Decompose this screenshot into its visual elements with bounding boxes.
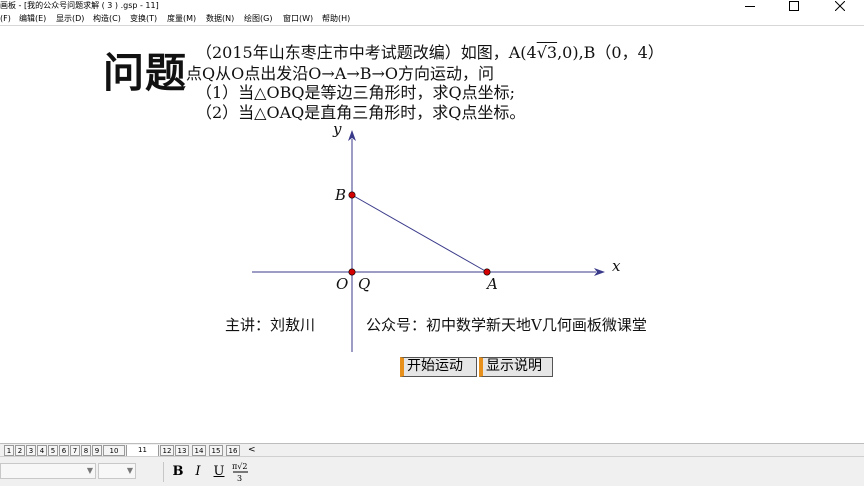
- math-format-icon[interactable]: π√2 3: [231, 460, 251, 484]
- close-icon: [835, 1, 845, 11]
- page-tab-9[interactable]: 9: [92, 445, 102, 456]
- page-tab-6[interactable]: 6: [59, 445, 69, 456]
- minimize-icon: [745, 6, 755, 7]
- math-format-bottom: 3: [237, 474, 242, 483]
- title-bar: 画板 - [我的公众号问题求解 ( 3 ) .gsp - 11]: [0, 0, 864, 12]
- page-tab-13[interactable]: 13: [175, 445, 189, 456]
- minimize-button[interactable]: [728, 0, 772, 12]
- menu-window[interactable]: 窗口(W): [283, 13, 313, 25]
- menu-measure[interactable]: 度量(M): [167, 13, 196, 25]
- y-axis-label: y: [332, 120, 342, 138]
- close-button[interactable]: [818, 0, 862, 12]
- maximize-icon: [789, 1, 799, 11]
- page-tab-14[interactable]: 14: [192, 445, 206, 456]
- page-tab-16[interactable]: 16: [226, 445, 240, 456]
- start-motion-button[interactable]: 开始运动: [400, 357, 477, 377]
- menu-file[interactable]: (F): [0, 13, 11, 25]
- wechat-account: 公众号：初中数学新天地V几何画板微课堂: [366, 316, 647, 334]
- page-tab-15[interactable]: 15: [209, 445, 223, 456]
- menu-bar: (F) 编辑(E) 显示(D) 构造(C) 变换(T) 度量(M) 数据(N) …: [0, 12, 864, 26]
- page-tab-12[interactable]: 12: [160, 445, 174, 456]
- page-tabs-scroll-left[interactable]: <: [248, 444, 256, 456]
- menu-graph[interactable]: 绘图(G): [244, 13, 272, 25]
- coordinate-figure: x y O Q A B: [252, 120, 621, 352]
- point-o[interactable]: [348, 268, 356, 276]
- point-q-label: Q: [358, 275, 370, 293]
- segment-ab: [351, 194, 488, 273]
- chevron-down-icon: ▼: [86, 466, 93, 475]
- window-title: 画板 - [我的公众号问题求解 ( 3 ) .gsp - 11]: [0, 1, 159, 10]
- sketch-canvas[interactable]: 问题 （2015年山东枣庄市中考试题改编）如图，A(4√3,0),B（0，4） …: [0, 27, 864, 443]
- menu-display[interactable]: 显示(D): [56, 13, 84, 25]
- show-info-button[interactable]: 显示说明: [479, 357, 553, 377]
- point-b-label: B: [334, 186, 346, 204]
- font-family-select[interactable]: ▼: [0, 463, 96, 479]
- page-tab-4[interactable]: 4: [37, 445, 47, 456]
- math-format-top: π√2: [232, 462, 247, 471]
- point-b[interactable]: [348, 191, 356, 199]
- page-tab-7[interactable]: 7: [70, 445, 80, 456]
- page-tab-3[interactable]: 3: [26, 445, 36, 456]
- menu-help[interactable]: 帮助(H): [322, 13, 350, 25]
- page-tab-10[interactable]: 10: [103, 445, 125, 456]
- point-a-label: A: [485, 275, 498, 293]
- menu-edit[interactable]: 编辑(E): [19, 13, 46, 25]
- font-size-select[interactable]: ▼: [98, 463, 136, 479]
- underline-button[interactable]: U: [210, 463, 228, 481]
- x-axis-label: x: [612, 257, 621, 275]
- page-tab-2[interactable]: 2: [15, 445, 25, 456]
- menu-transform[interactable]: 变换(T): [130, 13, 157, 25]
- page-tabs: 1 2 3 4 5 6 7 8 9 10 11 12 13 14 15 16 <: [0, 443, 864, 457]
- menu-construct[interactable]: 构造(C): [93, 13, 121, 25]
- lecturer-credit: 主讲：刘敖川: [225, 316, 316, 334]
- point-a[interactable]: [483, 268, 491, 276]
- page-tab-1[interactable]: 1: [4, 445, 14, 456]
- point-o-label: O: [336, 275, 348, 293]
- page-tab-5[interactable]: 5: [48, 445, 58, 456]
- chevron-down-icon: ▼: [126, 466, 133, 475]
- italic-button[interactable]: I: [189, 463, 207, 481]
- text-toolbar: ▼ ▼ B I U π√2 3: [0, 456, 864, 486]
- maximize-button[interactable]: [772, 0, 816, 12]
- page-tab-8[interactable]: 8: [81, 445, 91, 456]
- toolbar-divider: [163, 462, 164, 482]
- bold-button[interactable]: B: [169, 463, 187, 481]
- menu-data[interactable]: 数据(N): [206, 13, 234, 25]
